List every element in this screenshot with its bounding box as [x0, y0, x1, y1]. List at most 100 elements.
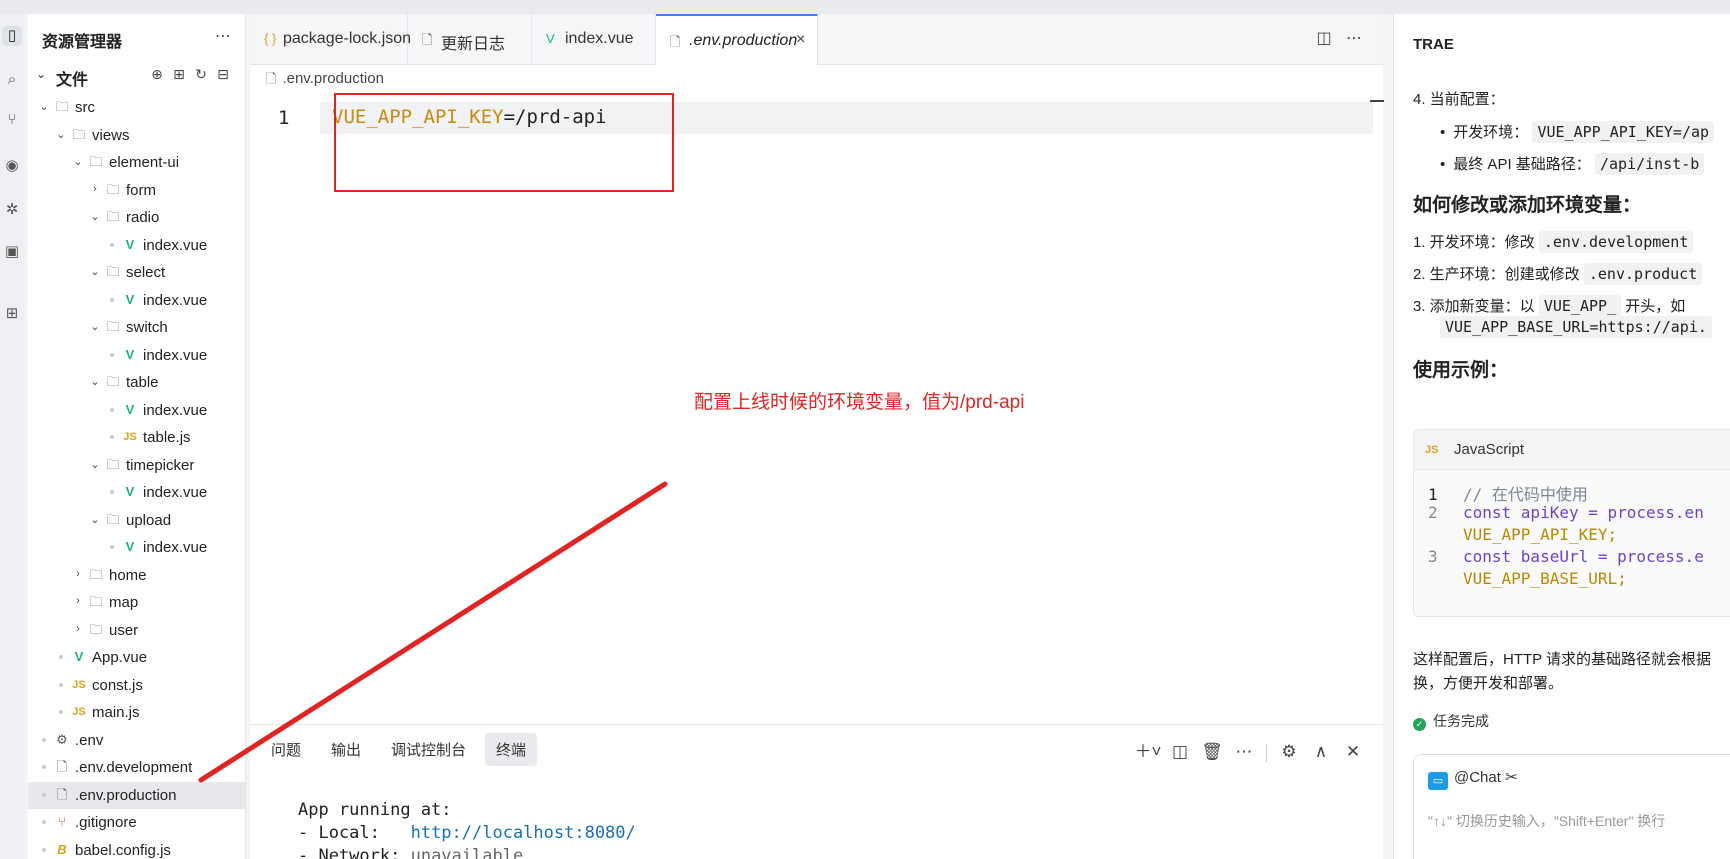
settings-file-icon: ⚙ [56, 731, 68, 747]
file-item[interactable]: 🗋 .env.development [28, 754, 245, 782]
chevron-right-icon[interactable]: › [89, 183, 101, 195]
file-item[interactable]: Vindex.vue [28, 397, 245, 425]
chat-input-placeholder[interactable]: "↑↓" 切换历史输入，"Shift+Enter" 换行 [1428, 811, 1665, 831]
js-file-icon: JS [123, 431, 137, 443]
file-item[interactable]: V App.vue [28, 644, 245, 672]
editor-tab[interactable]: 🗋 更新日志 [408, 14, 532, 65]
folder-item[interactable]: ⌄ 🗀 timepicker [28, 452, 245, 480]
collapse-all-icon[interactable]: ⊟ [212, 66, 234, 83]
file-tree: ⌄ 🗀 src ⌄ 🗀 views ⌄ 🗀 element-ui › 🗀 form ⌄ 🗀 radio Vin… [28, 94, 245, 859]
list-item-label: 开头，如 [1625, 298, 1686, 315]
search-icon[interactable]: ⌕ [2, 70, 22, 90]
file-item[interactable]: JS const.js [28, 672, 245, 700]
vue-file-icon: V [125, 236, 135, 252]
folder-item[interactable]: ⌄ 🗀 upload [28, 507, 245, 535]
list-item-label: 3. 添加新变量：以 [1413, 298, 1535, 315]
folder-item[interactable]: ⌄ 🗀 radio [28, 204, 245, 232]
panel-tab[interactable]: 终端 [485, 733, 538, 766]
file-item[interactable]: ⚙ .env [28, 727, 245, 755]
ide-window: ▯ ⌕ ⑂ ◉ ✲ ▣ ⊞ 资源管理器 ⋯ ⌄ 文件 ⊕ ⊞ ↻ ⊟ ⌄ 🗀 src ⌄ 🗀 v… [0, 0, 1730, 859]
refresh-icon[interactable]: ↻ [190, 66, 212, 83]
more-icon[interactable]: ⋯ [1339, 28, 1369, 48]
folder-item[interactable]: ⌄ 🗀 views [28, 122, 245, 150]
tree-item-label: App.vue [92, 649, 148, 666]
overview-ruler-mark [1370, 100, 1384, 102]
inline-code: .env.product [1583, 263, 1703, 285]
local-url-link[interactable]: http://localhost:8080/ [411, 823, 636, 843]
file-item[interactable]: ⑂ .gitignore [28, 809, 245, 837]
editor-tab[interactable]: 🗋 .env.production × [656, 14, 818, 65]
maximize-panel-icon[interactable]: ∧ [1305, 742, 1337, 762]
chevron-down-icon[interactable]: ⌄ [89, 210, 101, 223]
extensions-icon[interactable]: ⊞ [2, 304, 22, 324]
chevron-down-icon[interactable]: ⌄ [89, 265, 101, 278]
agent-selector[interactable]: ▭ @Chat ✂ [1428, 768, 1518, 790]
remote-icon[interactable]: ▣ [2, 242, 22, 262]
folder-item[interactable]: ⌄ 🗀 select [28, 259, 245, 287]
breadcrumb[interactable]: 🗋 .env.production [266, 70, 384, 92]
files-section-label: 文件 [56, 72, 89, 89]
chevron-down-icon[interactable]: ⌄ [38, 100, 50, 113]
file-item[interactable]: 🗋 .env.production [28, 781, 245, 809]
file-item[interactable]: Vindex.vue [28, 534, 245, 562]
heading-example: 使用示例： [1413, 360, 1509, 381]
ai-chat-panel: TRAE 4. 当前配置： 开发环境： VUE_APP_API_KEY=/ap … [1393, 14, 1730, 859]
add-terminal-icon[interactable]: ＋˅ [1132, 737, 1164, 762]
files-section-header[interactable]: ⌄ 文件 ⊕ ⊞ ↻ ⊟ [34, 66, 244, 89]
chevron-right-icon[interactable]: › [72, 595, 84, 607]
file-item[interactable]: Vindex.vue [28, 342, 245, 370]
debug-icon[interactable]: ✲ [2, 200, 22, 220]
split-terminal-icon[interactable]: ◫ [1164, 742, 1196, 762]
preview-icon[interactable]: ◉ [2, 156, 22, 176]
close-icon[interactable]: × [796, 31, 805, 49]
chevron-down-icon[interactable]: ⌄ [72, 155, 84, 168]
more-icon[interactable]: ⋯ [215, 26, 231, 46]
trash-icon[interactable]: 🗑 [1196, 742, 1228, 762]
indent-dot [42, 737, 46, 742]
new-folder-icon[interactable]: ⊞ [168, 66, 190, 83]
code-line-number: 2 [1428, 503, 1438, 522]
more-icon[interactable]: ⋯ [1228, 742, 1260, 762]
settings-sliders-icon[interactable]: ⚙ [1273, 742, 1305, 762]
folder-item[interactable]: ⌄ 🗀 src [28, 94, 245, 122]
folder-item[interactable]: › 🗀 map [28, 589, 245, 617]
chat-input-box[interactable]: ▭ @Chat ✂ "↑↓" 切换历史输入，"Shift+Enter" 换行 [1413, 754, 1730, 859]
source-control-icon[interactable]: ⑂ [2, 110, 22, 130]
tree-item-label: main.js [92, 704, 140, 721]
editor-tab[interactable]: { } package-lock.json [250, 14, 411, 65]
folder-item[interactable]: ⌄ 🗀 element-ui [28, 149, 245, 177]
explorer-icon[interactable]: ▯ [2, 26, 22, 46]
close-panel-icon[interactable]: ✕ [1337, 742, 1369, 762]
terminal-output[interactable]: App running at: - Local: http://localhos… [298, 799, 636, 859]
file-item[interactable]: Bbabel.config.js [28, 837, 245, 859]
folder-item[interactable]: ⌄ 🗀 table [28, 369, 245, 397]
chevron-down-icon[interactable]: ⌄ [89, 320, 101, 333]
new-file-icon[interactable]: ⊕ [146, 66, 168, 83]
panel-tab[interactable]: 调试控制台 [380, 733, 477, 766]
chevron-right-icon[interactable]: › [72, 623, 84, 635]
vue-file-icon: V [546, 31, 555, 46]
code-block-line: VUE_APP_API_KEY; [1428, 525, 1617, 544]
chevron-down-icon[interactable]: ⌄ [89, 375, 101, 388]
panel-tab[interactable]: 问题 [260, 733, 312, 766]
chevron-down-icon[interactable]: ⌄ [55, 128, 67, 141]
panel-tab[interactable]: 输出 [320, 733, 372, 766]
file-item[interactable]: Vindex.vue [28, 287, 245, 315]
chevron-right-icon[interactable]: › [72, 568, 84, 580]
file-item[interactable]: Vindex.vue [28, 232, 245, 260]
folder-item[interactable]: › 🗀 user [28, 617, 245, 645]
indent-dot [42, 820, 46, 824]
folder-item[interactable]: › 🗀 home [28, 562, 245, 590]
chevron-down-icon[interactable]: ⌄ [89, 458, 101, 471]
inline-code: VUE_APP_API_KEY=/ap [1532, 121, 1715, 143]
code-block-line: 2 const apiKey = process.en [1428, 503, 1704, 522]
file-item[interactable]: JS main.js [28, 699, 245, 727]
split-editor-icon[interactable]: ◫ [1309, 28, 1339, 48]
file-item[interactable]: Vindex.vue [28, 479, 245, 507]
code-text: VUE_APP_API_KEY; [1463, 525, 1618, 544]
chevron-down-icon[interactable]: ⌄ [89, 513, 101, 526]
file-item[interactable]: JS table.js [28, 424, 245, 452]
editor-tab[interactable]: Vindex.vue [532, 14, 656, 65]
folder-item[interactable]: ⌄ 🗀 switch [28, 314, 245, 342]
folder-item[interactable]: › 🗀 form [28, 177, 245, 205]
